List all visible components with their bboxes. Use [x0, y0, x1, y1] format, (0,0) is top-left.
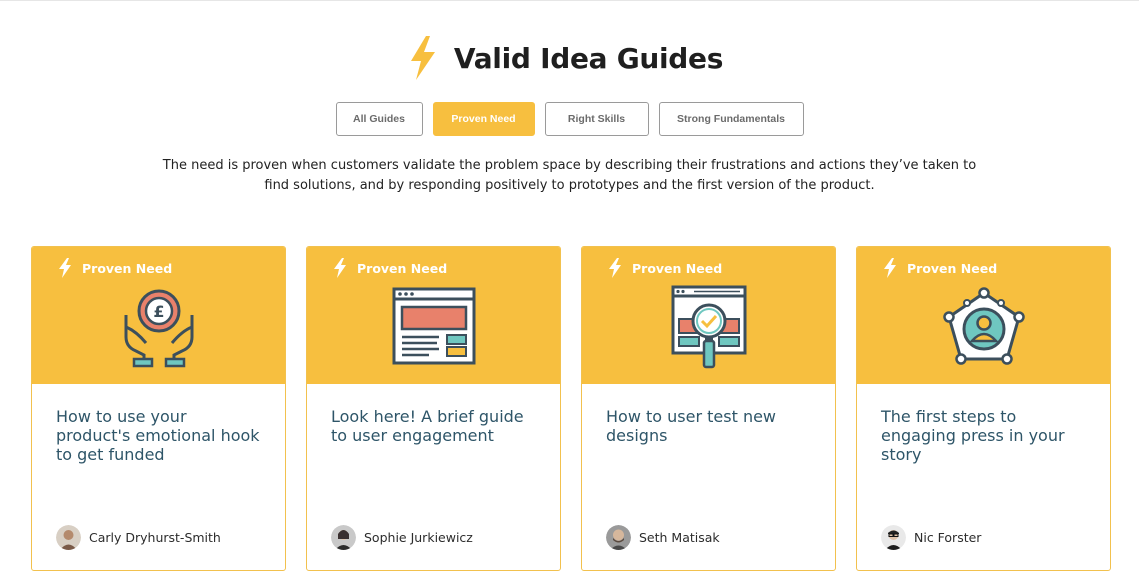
avatar — [606, 525, 631, 550]
user-network-icon — [942, 287, 1025, 365]
lightning-bolt-icon — [410, 36, 435, 80]
avatar — [331, 525, 356, 550]
filter-strong-fundamentals[interactable]: Strong Fundamentals — [658, 102, 804, 136]
guide-filter-tabs: All Guides Proven Need Right Skills Stro… — [0, 102, 1139, 136]
card-author: Nic Forster — [881, 525, 981, 550]
category-badge: Proven Need — [58, 258, 172, 278]
card-author: Carly Dryhurst-Smith — [56, 525, 221, 550]
badge-label: Proven Need — [82, 260, 173, 276]
browser-window-icon — [392, 287, 475, 365]
filter-right-skills[interactable]: Right Skills — [544, 102, 649, 136]
svg-text:£: £ — [153, 302, 164, 321]
guide-card[interactable]: Proven Need How to user test new designs — [581, 246, 836, 571]
avatar — [56, 525, 81, 550]
lightning-bolt-icon — [884, 258, 896, 278]
hands-pound-coin-icon: £ — [124, 289, 193, 368]
author-name[interactable]: Seth Matisak — [639, 530, 720, 545]
card-header: Proven Need — [307, 247, 560, 384]
top-divider — [0, 0, 1139, 1]
lightning-bolt-icon — [59, 258, 71, 278]
card-title[interactable]: Look here! A brief guide to user engagem… — [331, 407, 540, 445]
author-name[interactable]: Carly Dryhurst-Smith — [89, 530, 221, 545]
lightning-bolt-icon — [334, 258, 346, 278]
category-badge: Proven Need — [608, 258, 722, 278]
badge-label: Proven Need — [907, 260, 998, 276]
filter-all-guides[interactable]: All Guides — [335, 102, 423, 136]
category-description: The need is proven when customers valida… — [162, 158, 977, 193]
page-header: Valid Idea Guides — [0, 30, 1139, 86]
page-title: Valid Idea Guides — [453, 41, 724, 75]
avatar — [881, 525, 906, 550]
author-name[interactable]: Nic Forster — [914, 530, 981, 545]
card-header: Proven Need — [582, 247, 835, 384]
filter-proven-need[interactable]: Proven Need — [432, 102, 535, 136]
lightning-bolt-icon — [609, 258, 621, 278]
card-title[interactable]: How to use your product's emotional hook… — [56, 407, 265, 464]
badge-label: Proven Need — [357, 260, 448, 276]
card-title[interactable]: The first steps to engaging press in you… — [881, 407, 1090, 464]
category-badge: Proven Need — [883, 258, 997, 278]
author-name[interactable]: Sophie Jurkiewicz — [364, 530, 473, 545]
category-badge: Proven Need — [333, 258, 447, 278]
guide-cards: Proven Need £ How to use your product's … — [31, 246, 1111, 571]
guide-card[interactable]: Proven Need The first steps to engaging … — [856, 246, 1111, 571]
card-author: Sophie Jurkiewicz — [331, 525, 473, 550]
magnifier-checkmark-icon — [671, 285, 746, 369]
guide-card[interactable]: Proven Need £ How to use your product's … — [31, 246, 286, 571]
guide-card[interactable]: Proven Need Look here! A brief guide to … — [306, 246, 561, 571]
card-header: Proven Need — [857, 247, 1110, 384]
card-header: Proven Need £ — [32, 247, 285, 384]
badge-label: Proven Need — [632, 260, 723, 276]
card-title[interactable]: How to user test new designs — [606, 407, 815, 445]
card-author: Seth Matisak — [606, 525, 720, 550]
